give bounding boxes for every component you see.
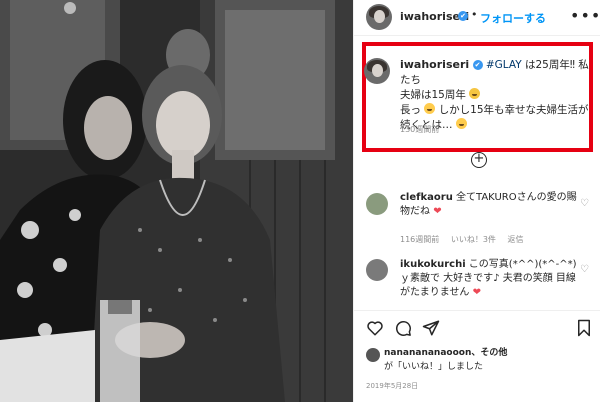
comment-like-icon[interactable]: ♡ (580, 198, 589, 209)
photo-scene (0, 0, 353, 402)
liked-by-summary: nananananaooon、その他 が「いいね！」しました (384, 346, 600, 374)
heart-emoji-icon: ❤ (433, 206, 442, 217)
comment-like-icon[interactable]: ♡ (580, 264, 589, 275)
liked-by-suffix: が「いいね！」しました (384, 362, 484, 372)
liked-by-others[interactable]: 、その他 (471, 348, 507, 358)
commenter-avatar[interactable] (366, 259, 388, 281)
caption-verified-icon: ✔ (472, 60, 483, 70)
caption-line3a: 長っ (400, 104, 421, 116)
comment-bubble-icon[interactable] (394, 319, 412, 337)
post-header: iwahoriseri ✔ • フォローする ••• (354, 0, 600, 36)
header-separator: • (471, 8, 478, 21)
post-actions-bar (354, 310, 600, 344)
caption-avatar[interactable] (364, 58, 390, 84)
load-more-comments-icon[interactable]: + (471, 152, 487, 168)
comment-item: ikukokurchi この写真(*^^)(*^-^*) ｙ素敵で 大好きです♪… (400, 258, 580, 300)
comment-meta: 116週間前 いいね！3件 返信 (400, 234, 532, 245)
caption-text: iwahoriseri ✔ #GLAY は25周年‼ 私たち 夫婦は15周年 長… (400, 57, 590, 133)
liker-avatar[interactable] (366, 348, 380, 362)
heart-emoji-icon: ❤ (472, 287, 481, 298)
paper-plane-icon[interactable] (422, 319, 440, 337)
post-photo (0, 0, 353, 402)
teary-face-emoji-icon (455, 118, 467, 129)
liker-username[interactable]: nananananaooon (384, 348, 471, 358)
post-date[interactable]: 2019年5月28日 (366, 381, 418, 391)
more-options-icon[interactable]: ••• (570, 6, 600, 25)
verified-badge-icon: ✔ (458, 11, 468, 21)
comment-likes-count[interactable]: いいね！3件 (451, 235, 496, 244)
caption-line2: 夫婦は15周年 (400, 89, 466, 101)
caption-username[interactable]: iwahoriseri (400, 58, 469, 71)
heart-outline-icon[interactable] (366, 319, 384, 337)
comment-username[interactable]: clefkaoru (400, 192, 453, 203)
caption-line3b: しかし15年も幸せな夫婦生活が (438, 104, 589, 116)
post-sidebar: iwahoriseri ✔ • フォローする ••• iwahoriseri ✔… (353, 0, 600, 402)
smiling-face-emoji-icon (424, 103, 436, 114)
caption-timestamp[interactable]: 130週間前 (400, 124, 439, 135)
author-avatar[interactable] (366, 4, 392, 30)
comment-item: clefkaoru 全てTAKUROさんの愛の賜物だね ❤ (400, 191, 580, 219)
comment-reply-button[interactable]: 返信 (507, 235, 523, 244)
commenter-avatar[interactable] (366, 193, 388, 215)
comment-username[interactable]: ikukokurchi (400, 259, 466, 270)
comment-time[interactable]: 116週間前 (400, 235, 439, 244)
sweat-face-emoji-icon (469, 88, 481, 99)
bookmark-icon[interactable] (576, 319, 592, 337)
follow-button[interactable]: フォローする (480, 10, 546, 26)
hashtag-link[interactable]: #GLAY (486, 59, 522, 71)
